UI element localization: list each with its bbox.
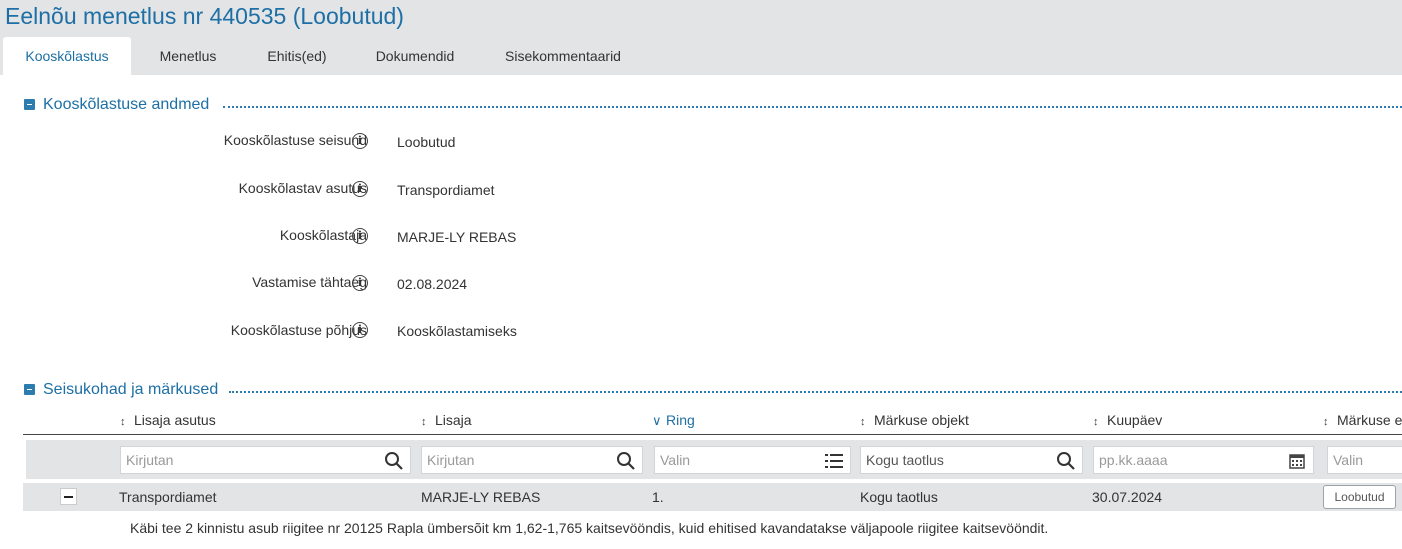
tab-ehitised[interactable]: Ehitis(ed) [248, 37, 346, 75]
info-icon[interactable]: i [352, 133, 368, 149]
status-badge[interactable]: Loobutud [1323, 485, 1396, 509]
collapse-icon[interactable] [24, 384, 35, 395]
search-icon[interactable] [384, 451, 404, 471]
section-divider [229, 391, 1402, 393]
info-icon[interactable]: i [352, 275, 368, 291]
filter-placeholder: Kirjutan [427, 452, 475, 468]
section-title[interactable]: Kooskõlastuse andmed [43, 95, 209, 115]
cell-ring: 1. [652, 489, 664, 505]
section-kooskolastuse-andmed: Kooskõlastuse andmed [24, 95, 1402, 115]
column-header-markuse-e[interactable]: ↕ Märkuse e [1323, 412, 1402, 428]
filter-markuse-e[interactable]: Valin [1327, 446, 1402, 474]
filter-placeholder: pp.kk.aaaa [1099, 452, 1168, 468]
column-header-label: Lisaja [435, 412, 472, 428]
column-header-label: Lisaja asutus [134, 412, 216, 428]
field-label-pohjus: Kooskõlastuse põhjus [230, 322, 367, 338]
cell-markuse-objekt: Kogu taotlus [860, 489, 938, 505]
field-label-asutus: Kooskõlastav asutus [238, 180, 367, 196]
sort-icon: ↕ [120, 416, 126, 428]
column-header-label: Ring [666, 412, 695, 428]
calendar-icon[interactable] [1287, 451, 1307, 471]
column-header-kuupaev[interactable]: ↕ Kuupäev [1093, 412, 1162, 428]
cell-lisaja-asutus: Transpordiamet [119, 489, 217, 505]
sort-icon: ↕ [1093, 416, 1099, 428]
field-value-kooskolastaja: MARJE-LY REBAS [397, 229, 517, 245]
chevron-down-icon: ∨ [652, 413, 662, 428]
tab-dokumendid[interactable]: Dokumendid [356, 37, 474, 75]
info-icon[interactable]: i [352, 181, 368, 197]
filter-kuupaev[interactable]: pp.kk.aaaa [1093, 446, 1314, 474]
column-header-markuse-objekt[interactable]: ↕ Märkuse objekt [860, 412, 969, 428]
sort-icon: ↕ [421, 416, 427, 428]
tab-kooskolastus[interactable]: Kooskõlastus [3, 37, 131, 75]
sort-icon: ↕ [860, 416, 866, 428]
filter-ring[interactable]: Valin [654, 446, 851, 474]
field-value-seisund: Loobutud [397, 134, 456, 150]
table-row[interactable] [23, 483, 1402, 511]
column-header-lisaja[interactable]: ↕ Lisaja [421, 412, 472, 428]
field-value-asutus: Transpordiamet [397, 182, 495, 198]
page-title: Eelnõu menetlus nr 440535 (Loobutud) [5, 3, 404, 29]
section-seisukohad: Seisukohad ja märkused [24, 380, 1402, 400]
section-divider [223, 106, 1402, 108]
info-icon[interactable]: i [352, 322, 368, 338]
column-header-lisaja-asutus[interactable]: ↕ Lisaja asutus [120, 412, 216, 428]
tab-sisekommentaarid[interactable]: Sisekommentaarid [484, 37, 642, 75]
filter-markuse-objekt[interactable]: Kogu taotlus [860, 446, 1083, 474]
field-label-tahtaeg: Vastamise tähtaeg [252, 274, 367, 290]
field-label-seisund: Kooskõlastuse seisund [223, 132, 367, 148]
collapse-icon[interactable] [24, 99, 35, 110]
sort-icon: ↕ [1323, 416, 1329, 428]
cell-lisaja: MARJE-LY REBAS [421, 489, 541, 505]
section-title[interactable]: Seisukohad ja märkused [43, 380, 218, 400]
list-icon[interactable] [824, 451, 844, 471]
filter-placeholder: Kirjutan [126, 452, 174, 468]
column-header-label: Märkuse e [1337, 412, 1402, 428]
info-icon[interactable]: i [352, 228, 368, 244]
filter-value: Kogu taotlus [866, 452, 944, 468]
header-divider [23, 434, 1402, 435]
tab-menetlus[interactable]: Menetlus [138, 37, 238, 75]
filter-placeholder: Valin [660, 452, 691, 468]
row-comment: Käbi tee 2 kinnistu asub riigitee nr 201… [130, 520, 1049, 536]
filter-lisaja[interactable]: Kirjutan [421, 446, 643, 474]
filter-lisaja-asutus[interactable]: Kirjutan [120, 446, 411, 474]
filter-placeholder: Valin [1333, 452, 1364, 468]
search-icon[interactable] [1056, 451, 1076, 471]
search-icon[interactable] [616, 451, 636, 471]
cell-kuupaev: 30.07.2024 [1092, 489, 1163, 505]
column-header-label: Kuupäev [1107, 412, 1163, 428]
column-header-label: Märkuse objekt [874, 412, 969, 428]
field-value-pohjus: Kooskõlastamiseks [397, 323, 517, 339]
column-header-ring[interactable]: ∨ Ring [652, 412, 695, 429]
collapse-row-icon[interactable] [60, 488, 77, 505]
field-value-tahtaeg: 02.08.2024 [397, 276, 468, 292]
